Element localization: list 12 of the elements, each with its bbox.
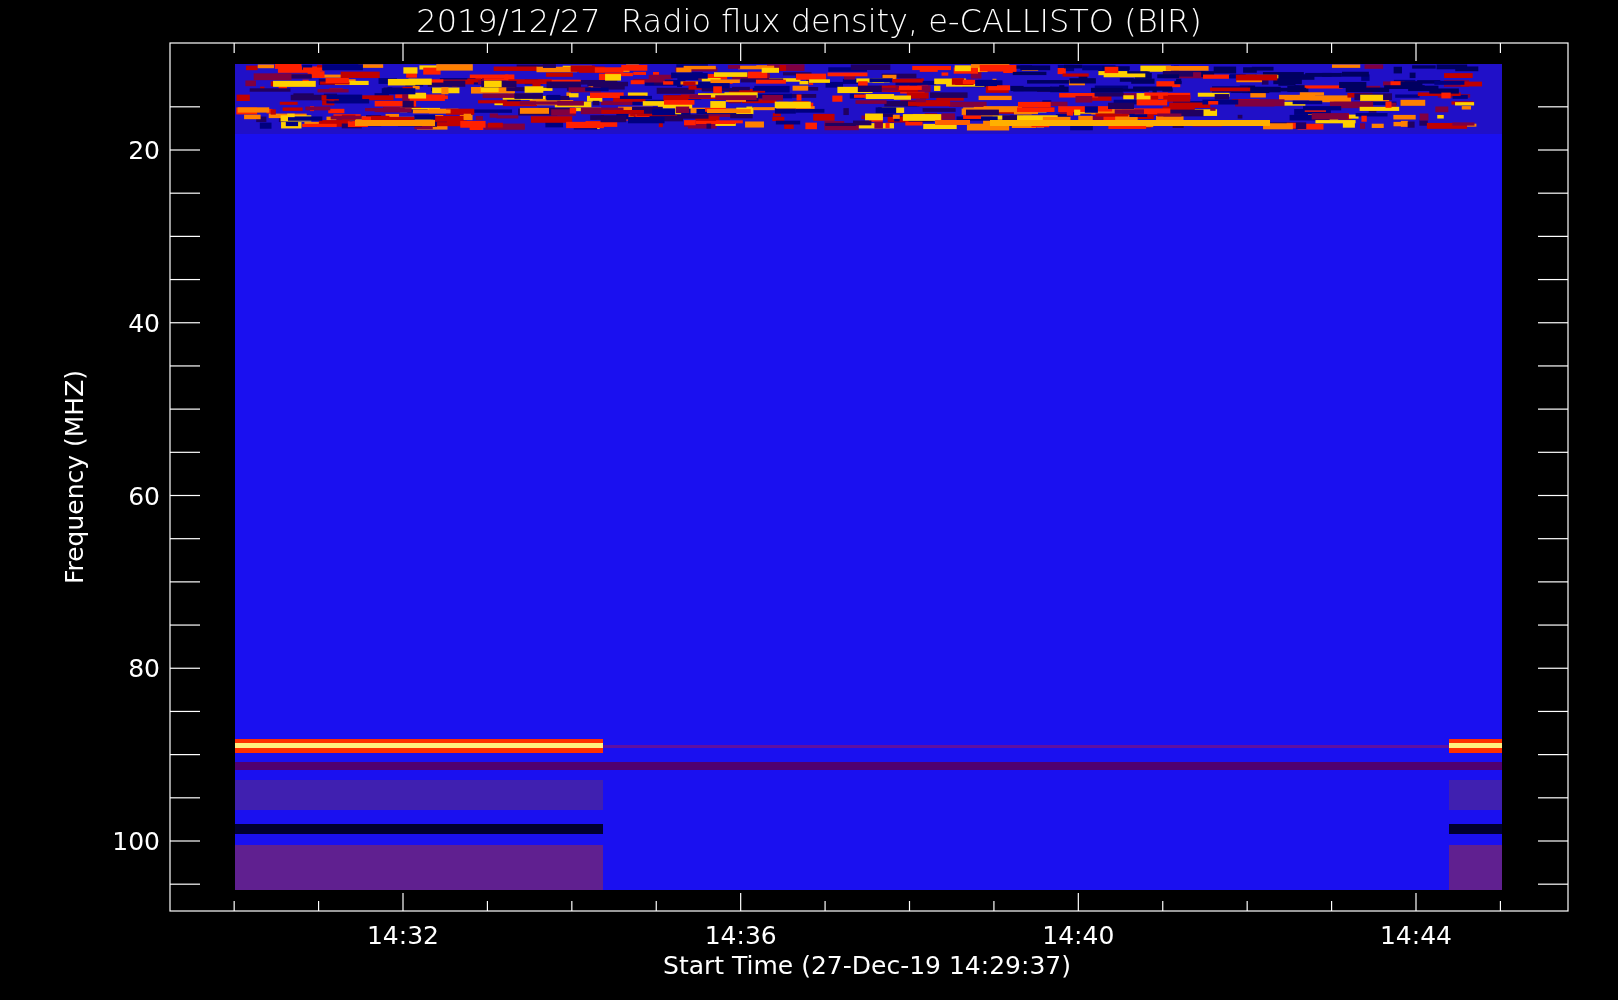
y-tick-label: 60 xyxy=(128,481,160,511)
x-tick-label: 14:36 xyxy=(704,921,777,950)
x-axis-label: Start Time (27-Dec-19 14:29:37) xyxy=(663,951,1071,980)
y-axis-label: Frequency (MHZ) xyxy=(60,369,89,585)
y-tick-label: 100 xyxy=(112,827,160,856)
x-tick-label: 14:32 xyxy=(367,921,439,950)
y-tick-label: 20 xyxy=(128,136,160,165)
y-tick-label: 40 xyxy=(128,308,160,338)
x-tick-label: 14:44 xyxy=(1380,921,1452,950)
chart-title: 2019/12/27 Radio flux density, e-CALLISTO (BIR) xyxy=(416,2,1202,40)
x-tick-label: 14:40 xyxy=(1042,921,1115,950)
y-tick-label: 80 xyxy=(128,654,160,684)
